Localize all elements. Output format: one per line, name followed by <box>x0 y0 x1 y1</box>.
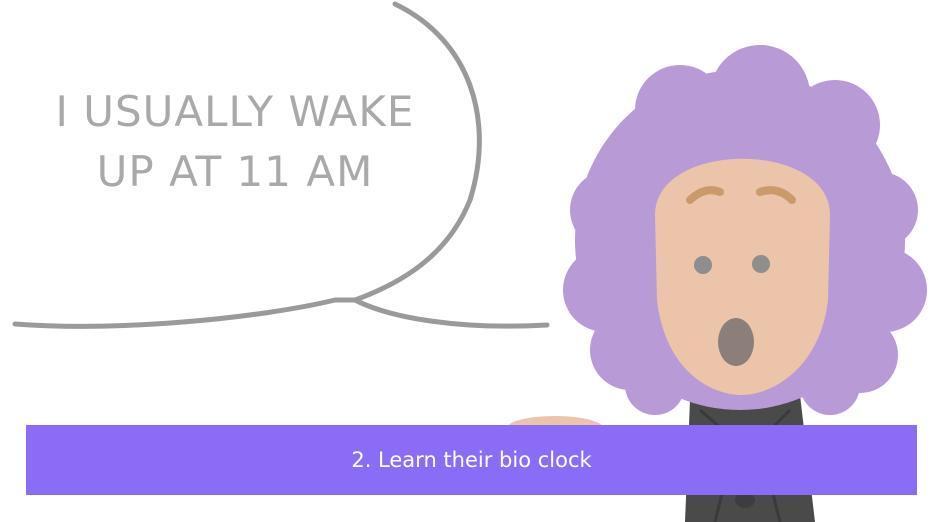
caption-label: 2. Learn their bio clock <box>351 448 592 472</box>
speech-line-1: I USUALLY WAKE <box>55 87 415 136</box>
open-mouth <box>718 318 754 366</box>
caption-banner: 2. Learn their bio clock <box>26 425 917 495</box>
speech-bubble-tail <box>352 297 550 329</box>
character-face <box>655 158 830 395</box>
right-eye <box>752 255 770 273</box>
speech-line-2: UP AT 11 AM <box>96 147 374 196</box>
left-eye <box>694 256 712 274</box>
speech-bubble-text: I USUALLY WAKE UP AT 11 AM <box>40 82 430 202</box>
